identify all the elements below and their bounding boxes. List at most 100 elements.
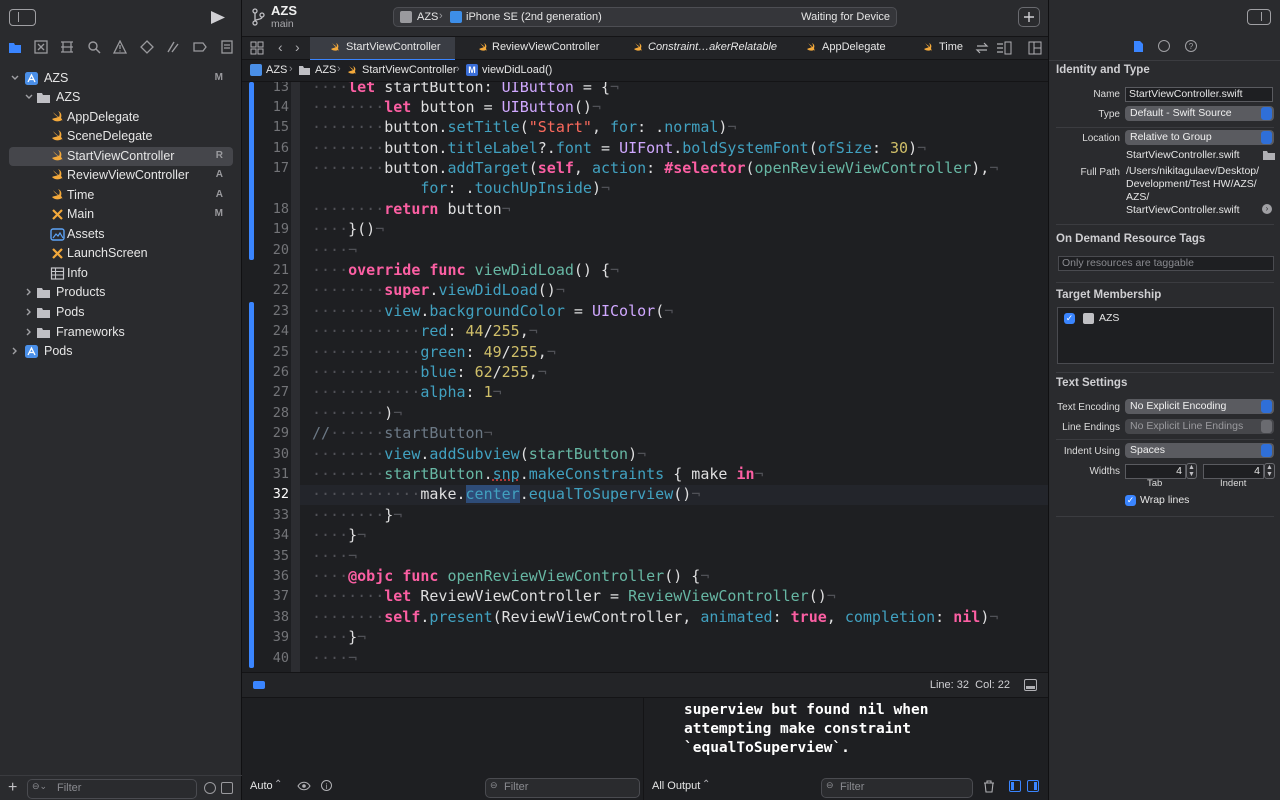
line-number[interactable]: 39 <box>242 629 289 645</box>
library-button[interactable] <box>1018 7 1040 27</box>
tree-item-azs-group[interactable]: AZS <box>9 88 233 107</box>
breadcrumb-file[interactable]: StartViewController <box>362 64 457 76</box>
line-number[interactable]: 31 <box>242 466 289 482</box>
tree-item-assets[interactable]: Assets <box>9 225 233 244</box>
inspector-toggle-icon[interactable] <box>1247 9 1271 25</box>
sidebar-toggle-icon[interactable] <box>9 9 36 26</box>
tree-item-scenedelegate[interactable]: SceneDelegate <box>9 127 233 146</box>
line-number[interactable]: 30 <box>242 446 289 462</box>
tree-item-time[interactable]: Time A <box>9 186 233 205</box>
split-editor-icon[interactable] <box>1028 41 1042 55</box>
breadcrumb-project[interactable]: AZS <box>266 64 287 76</box>
scheme-selector[interactable]: AZS <box>417 11 438 23</box>
line-number[interactable]: 33 <box>242 507 289 523</box>
line-number[interactable]: 29 <box>242 425 289 441</box>
line-number[interactable]: 24 <box>242 323 289 339</box>
breakpoints-toggle-icon[interactable] <box>253 681 265 689</box>
trash-icon[interactable] <box>983 780 995 793</box>
chevron-right-icon[interactable] <box>10 345 20 357</box>
grid-icon[interactable] <box>250 41 264 55</box>
line-number[interactable]: 40 <box>242 650 289 666</box>
tab-width-stepper[interactable]: ▲ ▼ <box>1186 463 1197 479</box>
show-variables-icon[interactable] <box>1009 780 1021 792</box>
tab-startviewcontroller[interactable]: StartViewController <box>310 37 455 61</box>
chevron-down-icon[interactable] <box>24 91 34 103</box>
find-navigator-icon[interactable] <box>87 40 101 54</box>
tree-item-frameworks[interactable]: Frameworks <box>9 323 233 342</box>
editor-options-icon[interactable] <box>996 41 1012 55</box>
recent-files-icon[interactable] <box>204 782 216 794</box>
line-number[interactable]: 37 <box>242 588 289 604</box>
output-selector[interactable]: All Output <box>652 780 700 792</box>
line-number[interactable]: 14 <box>242 99 289 115</box>
line-number[interactable]: 25 <box>242 344 289 360</box>
line-number[interactable]: 21 <box>242 262 289 278</box>
encoding-popup[interactable]: No Explicit Encoding <box>1125 399 1274 414</box>
chevron-right-icon[interactable] <box>24 306 34 318</box>
tab-constraintmakerrelatable[interactable]: Constraint…akerRelatable <box>627 37 782 59</box>
tree-item-launchscreen[interactable]: LaunchScreen <box>9 244 233 263</box>
tree-item-reviewviewcontroller[interactable]: ReviewViewController A <box>9 166 233 185</box>
related-items-icon[interactable] <box>975 41 989 55</box>
destination-selector[interactable]: iPhone SE (2nd generation) <box>466 11 602 23</box>
resource-tags-field[interactable]: Only resources are taggable <box>1058 256 1274 271</box>
tree-item-startviewcontroller[interactable]: StartViewController R <box>9 147 233 166</box>
line-number[interactable]: 19 <box>242 221 289 237</box>
line-number[interactable]: 28 <box>242 405 289 421</box>
reveal-in-finder-icon[interactable]: › <box>1262 204 1272 214</box>
project-navigator-icon[interactable] <box>8 40 22 54</box>
breadcrumb-group[interactable]: AZS <box>315 64 336 76</box>
target-checkbox[interactable]: ✓ <box>1064 313 1075 324</box>
back-arrow-icon[interactable]: ‹ <box>278 39 283 55</box>
tab-width-field[interactable]: 4 <box>1125 464 1186 479</box>
line-number[interactable]: 26 <box>242 364 289 380</box>
line-number[interactable]: 23 <box>242 303 289 319</box>
file-type-popup[interactable]: Default - Swift Source <box>1125 106 1274 121</box>
indent-width-field[interactable]: 4 <box>1203 464 1264 479</box>
file-inspector-icon[interactable] <box>1133 40 1144 53</box>
location-popup[interactable]: Relative to Group <box>1125 130 1274 145</box>
line-number[interactable]: 27 <box>242 384 289 400</box>
chevron-down-icon[interactable] <box>10 72 20 84</box>
eye-icon[interactable] <box>297 781 311 791</box>
chevron-right-icon[interactable] <box>24 286 34 298</box>
line-number[interactable]: 36 <box>242 568 289 584</box>
tree-item-info[interactable]: Info <box>9 264 233 283</box>
indent-width-stepper[interactable]: ▲ ▼ <box>1264 463 1275 479</box>
line-number[interactable]: 18 <box>242 201 289 217</box>
line-number[interactable]: 35 <box>242 548 289 564</box>
line-number[interactable]: 13 <box>242 82 289 95</box>
debug-navigator-icon[interactable] <box>166 40 180 54</box>
line-number[interactable]: 20 <box>242 242 289 258</box>
tree-item-products[interactable]: Products <box>9 283 233 302</box>
line-endings-popup[interactable]: No Explicit Line Endings <box>1125 419 1274 434</box>
line-number[interactable]: 17 <box>242 160 289 176</box>
file-name-field[interactable]: StartViewController.swift <box>1125 87 1273 102</box>
source-editor[interactable]: 13 14 15 16 17 18 19 20 21 22 23 24 25 26 27 28 29 30 31 32… <box>242 82 1048 672</box>
variables-filter-input[interactable]: ⊖ Filter <box>485 778 640 798</box>
line-number[interactable]: 38 <box>242 609 289 625</box>
tab-reviewviewcontroller[interactable]: ReviewViewController <box>470 37 615 59</box>
breadcrumb-method[interactable]: viewDidLoad() <box>482 64 552 76</box>
source-control-icon[interactable] <box>34 40 48 54</box>
forward-arrow-icon[interactable]: › <box>295 39 300 55</box>
info-icon[interactable]: i <box>321 780 332 791</box>
breakpoint-navigator-icon[interactable] <box>193 40 207 54</box>
indent-using-popup[interactable]: Spaces <box>1125 443 1274 458</box>
symbol-navigator-icon[interactable] <box>60 40 74 54</box>
quick-help-icon[interactable]: ? <box>1185 40 1197 52</box>
show-console-icon[interactable] <box>1027 780 1039 792</box>
tree-item-pods-group[interactable]: Pods <box>9 303 233 322</box>
wrap-lines-checkbox[interactable]: ✓ <box>1125 495 1136 506</box>
debug-area-toggle-icon[interactable] <box>1024 679 1037 691</box>
add-icon[interactable]: + <box>8 779 17 797</box>
tree-item-pods-project[interactable]: Pods <box>9 342 233 361</box>
scm-filter-icon[interactable] <box>221 782 233 794</box>
tab-appdelegate[interactable]: AppDelegate <box>794 37 914 59</box>
tree-item-main[interactable]: Main M <box>9 205 233 224</box>
line-number[interactable]: 22 <box>242 282 289 298</box>
navigator-filter-input[interactable]: ⊖⌄ Filter <box>27 779 197 799</box>
console-filter-input[interactable]: ⊖ Filter <box>821 778 973 798</box>
run-button[interactable] <box>200 8 234 27</box>
line-number[interactable]: 15 <box>242 119 289 135</box>
